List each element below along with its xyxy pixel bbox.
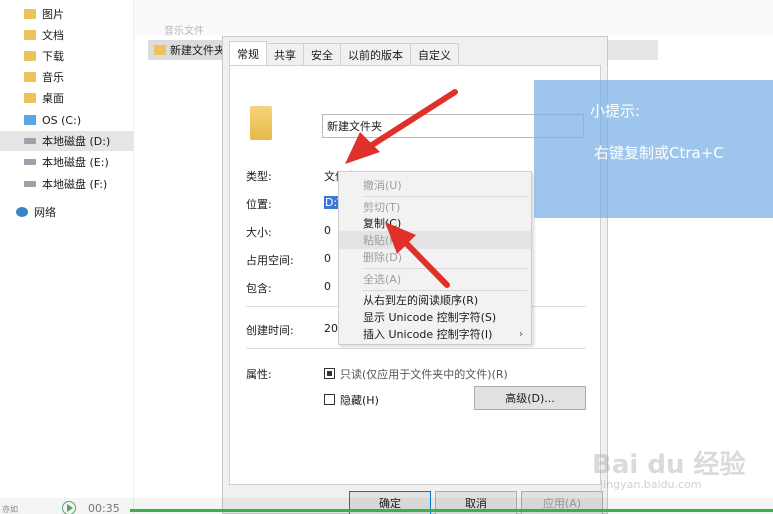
- nav-item-label: 本地磁盘 (F:): [42, 178, 108, 191]
- chevron-right-icon: ›: [519, 328, 523, 340]
- menu-item-label: 插入 Unicode 控制字符(I): [363, 328, 493, 341]
- nav-item-drive-d[interactable]: 本地磁盘 (D:): [0, 131, 134, 151]
- contains-label: 包含:: [246, 282, 272, 295]
- play-icon[interactable]: [62, 501, 76, 514]
- file-row-label: 新建文件夹: [170, 44, 225, 57]
- type-label: 类型:: [246, 170, 272, 183]
- windows-drive-icon: [24, 115, 36, 125]
- drive-icon: [24, 138, 36, 144]
- tab-previous-versions[interactable]: 以前的版本: [340, 43, 411, 65]
- dialog-tabs: 常规 共享 安全 以前的版本 自定义: [229, 41, 459, 65]
- nav-item-drive-f[interactable]: 本地磁盘 (F:): [0, 174, 134, 194]
- video-time: 00:35: [88, 502, 120, 514]
- faint-file-item: 音乐文件: [164, 26, 204, 37]
- tip-title: 小提示:: [590, 102, 641, 120]
- baidu-watermark-url: jingyan.baidu.com: [600, 478, 702, 491]
- nav-item-music[interactable]: 音乐: [0, 67, 134, 87]
- tab-security[interactable]: 安全: [303, 43, 341, 65]
- folder-icon: [24, 30, 36, 40]
- drive-icon: [24, 181, 36, 187]
- nav-item-label: OS (C:): [42, 113, 82, 127]
- nav-item-pictures[interactable]: 图片: [0, 4, 134, 24]
- folder-icon: [24, 93, 36, 103]
- menu-separator: [363, 196, 527, 197]
- tab-general[interactable]: 常规: [229, 41, 267, 65]
- readonly-checkbox[interactable]: [324, 368, 335, 379]
- size-label: 大小:: [246, 226, 272, 239]
- nav-item-documents[interactable]: 文档: [0, 25, 134, 45]
- folder-icon: [24, 9, 36, 19]
- menu-item-rtl-reading[interactable]: 从右到左的阅读顺序(R): [339, 291, 531, 309]
- nav-item-label: 音乐: [42, 71, 64, 84]
- location-label: 位置:: [246, 198, 272, 211]
- menu-item-select-all[interactable]: 全选(A): [339, 270, 531, 288]
- nav-item-label: 网络: [34, 206, 56, 219]
- nav-item-drive-e[interactable]: 本地磁盘 (E:): [0, 152, 134, 172]
- tab-sharing[interactable]: 共享: [266, 43, 304, 65]
- nav-item-label: 下载: [42, 50, 64, 63]
- video-progress-bar[interactable]: [130, 509, 773, 512]
- size-on-disk-label: 占用空间:: [246, 254, 294, 267]
- file-list-header: [134, 0, 773, 36]
- tip-body: 右键复制或Ctra+C: [594, 144, 724, 162]
- nav-item-os-c[interactable]: OS (C:): [0, 110, 134, 130]
- context-menu: 撤消(U) 剪切(T) 复制(C) 粘贴(P) 删除(D) 全选(A) 从右到左…: [338, 171, 532, 345]
- contains-value: 0: [324, 280, 331, 293]
- nav-item-label: 桌面: [42, 92, 64, 105]
- nav-item-downloads[interactable]: 下载: [0, 46, 134, 66]
- size-value: 0: [324, 224, 331, 237]
- menu-item-insert-unicode[interactable]: 插入 Unicode 控制字符(I) ›: [339, 325, 531, 343]
- created-label: 创建时间:: [246, 324, 294, 337]
- menu-item-undo[interactable]: 撤消(U): [339, 176, 531, 194]
- nav-item-label: 本地磁盘 (E:): [42, 156, 109, 169]
- nav-item-desktop[interactable]: 桌面: [0, 88, 134, 108]
- baidu-watermark: Bai du 经验: [592, 450, 746, 480]
- nav-item-label: 文档: [42, 29, 64, 42]
- advanced-button[interactable]: 高级(D)...: [474, 386, 586, 410]
- network-icon: [16, 207, 28, 217]
- folder-icon: [24, 51, 36, 61]
- hidden-checkbox[interactable]: [324, 394, 335, 405]
- file-list-scroll-area: [608, 40, 658, 60]
- folder-icon: [24, 72, 36, 82]
- hidden-label: 隐藏(H): [340, 394, 379, 407]
- drive-icon: [24, 159, 36, 165]
- menu-item-paste[interactable]: 粘贴(P): [339, 231, 531, 249]
- folder-large-icon: [250, 106, 272, 140]
- menu-item-copy[interactable]: 复制(C): [339, 214, 531, 232]
- tab-customize[interactable]: 自定义: [410, 43, 459, 65]
- menu-item-show-unicode[interactable]: 显示 Unicode 控制字符(S): [339, 308, 531, 326]
- attributes-label: 属性:: [246, 368, 272, 381]
- readonly-label: 只读(仅应用于文件夹中的文件)(R): [340, 368, 508, 381]
- nav-item-label: 本地磁盘 (D:): [42, 135, 111, 148]
- divider: [246, 348, 586, 349]
- menu-separator: [363, 268, 527, 269]
- folder-icon: [154, 45, 166, 55]
- nav-item-label: 图片: [42, 8, 64, 21]
- navigation-pane: 图片 文档 下载 音乐 桌面 OS (C:) 本地磁盘 (D:) 本地磁盘 (E…: [0, 0, 134, 514]
- size-on-disk-value: 0: [324, 252, 331, 265]
- menu-item-delete[interactable]: 删除(D): [339, 248, 531, 266]
- created-value: 20: [324, 322, 338, 335]
- video-corner-label: 亦如: [2, 505, 18, 514]
- tip-overlay: 小提示: 右键复制或Ctra+C: [534, 80, 773, 218]
- nav-item-network[interactable]: 网络: [0, 202, 134, 222]
